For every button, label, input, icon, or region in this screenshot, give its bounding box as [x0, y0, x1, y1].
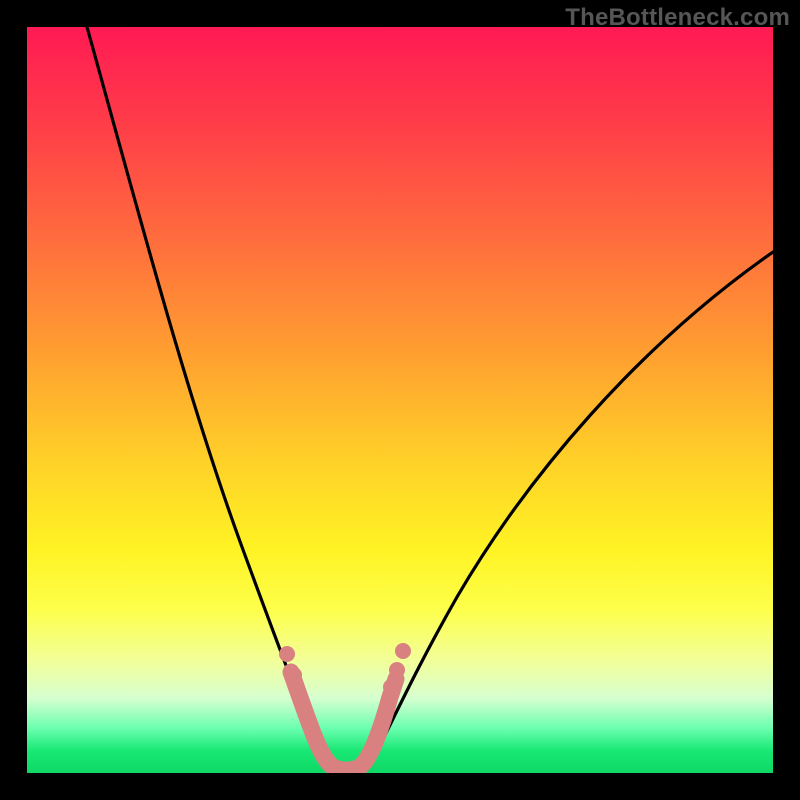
bottleneck-chart [27, 27, 773, 773]
watermark-text: TheBottleneck.com [565, 4, 790, 32]
marker-dot [389, 662, 405, 678]
marker-dot [279, 646, 295, 662]
chart-plot-area [27, 27, 773, 773]
bottleneck-curve-right [357, 252, 773, 771]
marker-worm [291, 672, 396, 770]
marker-dot [395, 643, 411, 659]
marker-dot [286, 667, 302, 683]
marker-dot [383, 679, 399, 695]
